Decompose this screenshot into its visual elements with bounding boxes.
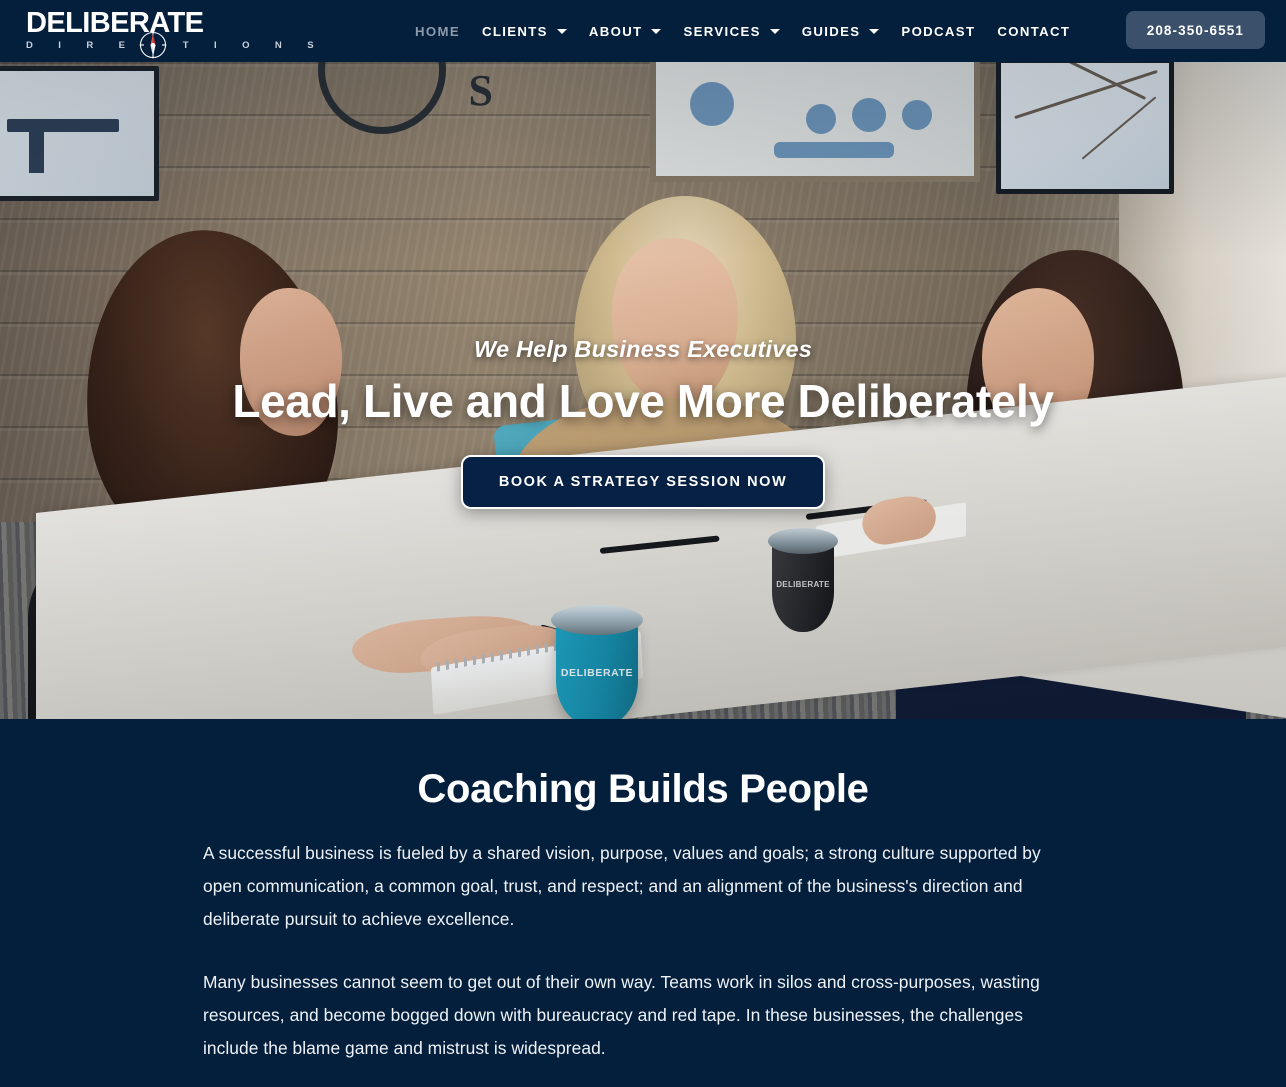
nav-label-services: SERVICES (683, 23, 761, 39)
logo-wordmark: DELIBERATE (26, 7, 204, 39)
nav-item-clients[interactable]: CLIENTS (471, 0, 578, 62)
nav-label-guides: GUIDES (801, 23, 861, 39)
hero-copy: We Help Business Executives Lead, Live a… (0, 334, 1286, 509)
hero-eyebrow: We Help Business Executives (473, 336, 813, 362)
nav-label-home: HOME (415, 23, 460, 39)
section-heading: Coaching Builds People (417, 767, 869, 811)
nav-item-about[interactable]: ABOUT (578, 0, 673, 62)
site-logo[interactable]: DELIBERATE D I R E C T I O N S (26, 8, 325, 59)
primary-navigation: HOME CLIENTS ABOUT SERVICES GUIDES PODCA… (404, 0, 1081, 62)
chevron-down-icon (651, 28, 662, 34)
nav-item-guides[interactable]: GUIDES (791, 0, 891, 62)
nav-label-clients: CLIENTS (481, 23, 548, 39)
hero-section: S (0, 62, 1286, 719)
phone-button[interactable]: 208-350-6551 (1125, 11, 1265, 49)
chevron-down-icon (556, 28, 567, 34)
chevron-down-icon (769, 28, 780, 34)
section-paragraph: A successful business is fueled by a sha… (203, 843, 1041, 929)
nav-label-about: ABOUT (588, 23, 643, 39)
nav-label-podcast: PODCAST (901, 23, 976, 39)
nav-item-podcast[interactable]: PODCAST (890, 0, 986, 62)
nav-label-contact: CONTACT (997, 23, 1071, 39)
section-paragraph: Many businesses cannot seem to get out o… (203, 972, 1040, 1058)
chevron-down-icon (869, 28, 880, 34)
site-header: DELIBERATE D I R E C T I O N S HOME CLIE… (0, 0, 1286, 62)
logo-tagline: D I R E C T I O N S (26, 40, 325, 51)
hero-title: Lead, Live and Love More Deliberately (232, 375, 1054, 427)
nav-item-home[interactable]: HOME (404, 0, 471, 62)
book-strategy-session-button[interactable]: BOOK A STRATEGY SESSION NOW (460, 455, 826, 509)
nav-item-services[interactable]: SERVICES (672, 0, 790, 62)
nav-item-contact[interactable]: CONTACT (986, 0, 1081, 62)
coaching-section: Coaching Builds People A successful busi… (0, 719, 1286, 1087)
compass-icon (138, 30, 168, 60)
